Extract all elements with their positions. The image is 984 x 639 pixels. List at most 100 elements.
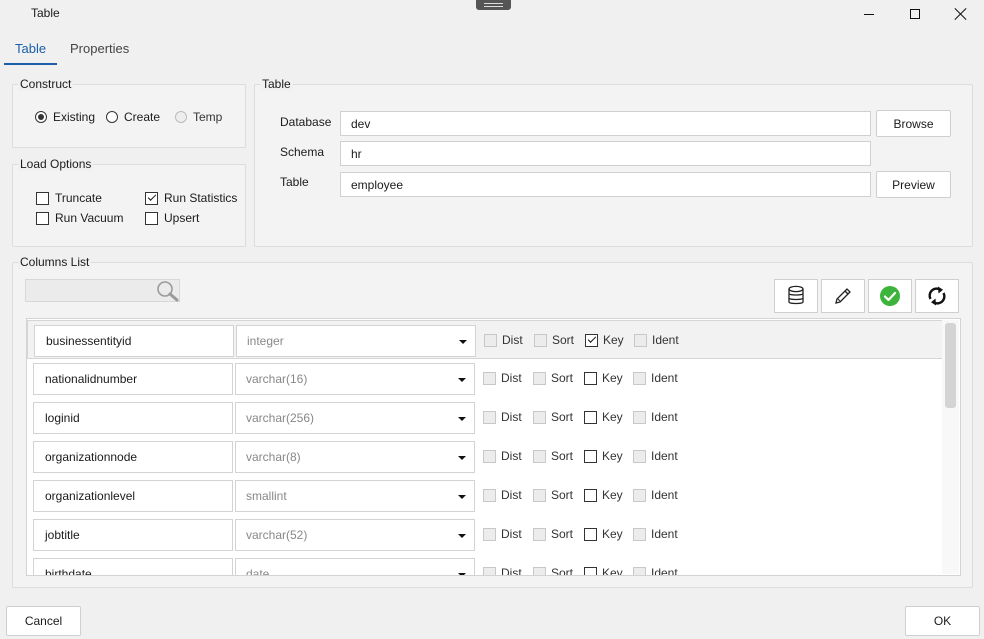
- drag-grip-icon[interactable]: [476, 0, 511, 10]
- column-type-select[interactable]: date: [235, 558, 475, 575]
- column-type-select[interactable]: varchar(16): [235, 363, 475, 395]
- key-checkbox-box[interactable]: [584, 527, 597, 541]
- truncate-checkbox[interactable]: Truncate: [36, 191, 102, 205]
- column-type-select[interactable]: varchar(52): [235, 519, 475, 551]
- database-button[interactable]: [774, 279, 818, 313]
- radio-create[interactable]: Create: [106, 110, 160, 124]
- column-name-input[interactable]: organizationlevel: [33, 480, 233, 512]
- column-name-input[interactable]: birthdate: [33, 558, 233, 575]
- sort-checkbox[interactable]: Sort: [533, 371, 573, 385]
- sort-checkbox[interactable]: Sort: [533, 566, 573, 575]
- sort-label: Sort: [551, 488, 574, 502]
- column-name-input[interactable]: nationalidnumber: [33, 363, 233, 395]
- sort-checkbox[interactable]: Sort: [533, 527, 573, 541]
- key-checkbox[interactable]: Key: [584, 488, 623, 502]
- run-statistics-checkbox-box[interactable]: [145, 191, 158, 205]
- key-checkbox-box[interactable]: [584, 410, 597, 424]
- run-vacuum-checkbox-box[interactable]: [36, 211, 49, 225]
- browse-button[interactable]: Browse: [876, 110, 951, 137]
- upsert-checkbox-box[interactable]: [145, 211, 158, 225]
- column-name-input[interactable]: organizationnode: [33, 441, 233, 473]
- table-row[interactable]: businessentityid integer Dist Sort Key Ident: [27, 320, 943, 359]
- table-row[interactable]: organizationlevel smallint Dist Sort Key Iden…: [27, 476, 943, 515]
- chevron-down-icon[interactable]: [458, 456, 466, 460]
- column-type-select[interactable]: varchar(8): [235, 441, 475, 473]
- sort-checkbox[interactable]: Sort: [534, 333, 574, 347]
- key-checkbox[interactable]: Key: [584, 527, 623, 541]
- dist-checkbox[interactable]: Dist: [483, 371, 522, 385]
- upsert-checkbox[interactable]: Upsert: [145, 211, 199, 225]
- run-statistics-checkbox[interactable]: Run Statistics: [145, 191, 237, 205]
- key-checkbox-box[interactable]: [585, 333, 598, 347]
- key-checkbox-box[interactable]: [584, 371, 597, 385]
- preview-button[interactable]: Preview: [876, 171, 951, 198]
- chevron-down-icon[interactable]: [458, 417, 466, 421]
- minimize-button[interactable]: [846, 0, 892, 28]
- table-row[interactable]: birthdate date Dist Sort Key Ident: [27, 554, 943, 575]
- key-checkbox[interactable]: Key: [584, 410, 623, 424]
- sort-checkbox[interactable]: Sort: [533, 488, 573, 502]
- dist-checkbox[interactable]: Dist: [483, 527, 522, 541]
- dist-checkbox[interactable]: Dist: [483, 410, 522, 424]
- grid-scrollbar-thumb[interactable]: [945, 323, 956, 408]
- ident-checkbox[interactable]: Ident: [633, 566, 678, 575]
- sort-checkbox[interactable]: Sort: [533, 449, 573, 463]
- dist-checkbox[interactable]: Dist: [484, 333, 523, 347]
- dist-checkbox[interactable]: Dist: [483, 566, 522, 575]
- chevron-down-icon[interactable]: [459, 340, 467, 344]
- radio-existing[interactable]: Existing: [35, 110, 95, 124]
- apply-button[interactable]: [868, 279, 912, 313]
- dist-checkbox[interactable]: Dist: [483, 488, 522, 502]
- ident-checkbox[interactable]: Ident: [633, 410, 678, 424]
- table-row[interactable]: jobtitle varchar(52) Dist Sort Key Ident: [27, 515, 943, 554]
- table-input[interactable]: employee: [340, 172, 871, 197]
- ident-checkbox[interactable]: Ident: [633, 527, 678, 541]
- schema-input[interactable]: hr: [340, 141, 871, 166]
- table-row[interactable]: organizationnode varchar(8) Dist Sort Key Ide…: [27, 437, 943, 476]
- ident-checkbox[interactable]: Ident: [633, 449, 678, 463]
- table-row[interactable]: loginid varchar(256) Dist Sort Key Ident: [27, 398, 943, 437]
- ident-checkbox[interactable]: Ident: [633, 488, 678, 502]
- run-vacuum-checkbox[interactable]: Run Vacuum: [36, 211, 123, 225]
- key-checkbox[interactable]: Key: [585, 333, 624, 347]
- column-name-input[interactable]: businessentityid: [34, 325, 234, 357]
- cancel-button[interactable]: Cancel: [6, 606, 81, 636]
- ident-checkbox[interactable]: Ident: [633, 371, 678, 385]
- key-checkbox-box[interactable]: [584, 488, 597, 502]
- chevron-down-icon[interactable]: [458, 534, 466, 538]
- sort-checkbox[interactable]: Sort: [533, 410, 573, 424]
- truncate-checkbox-box[interactable]: [36, 191, 49, 205]
- ident-checkbox-box: [633, 566, 646, 575]
- close-button[interactable]: [938, 0, 984, 28]
- chevron-down-icon[interactable]: [458, 378, 466, 382]
- table-row[interactable]: nationalidnumber varchar(16) Dist Sort Key Id…: [27, 359, 943, 398]
- tab-table[interactable]: Table: [15, 41, 46, 56]
- dist-checkbox[interactable]: Dist: [483, 449, 522, 463]
- key-checkbox-box[interactable]: [584, 566, 597, 575]
- radio-create-circle[interactable]: [106, 111, 118, 123]
- ok-button[interactable]: OK: [905, 606, 980, 636]
- column-type-select[interactable]: varchar(256): [235, 402, 475, 434]
- ident-label: Ident: [651, 488, 678, 502]
- column-type-select[interactable]: smallint: [235, 480, 475, 512]
- column-type-select[interactable]: integer: [236, 325, 476, 357]
- database-input[interactable]: dev: [340, 111, 871, 136]
- radio-existing-circle[interactable]: [35, 111, 47, 123]
- dist-label: Dist: [501, 410, 522, 424]
- key-checkbox-box[interactable]: [584, 449, 597, 463]
- edit-button[interactable]: [821, 279, 865, 313]
- chevron-down-icon[interactable]: [458, 495, 466, 499]
- key-checkbox[interactable]: Key: [584, 566, 623, 575]
- column-name-input[interactable]: loginid: [33, 402, 233, 434]
- refresh-button[interactable]: [915, 279, 959, 313]
- chevron-down-icon[interactable]: [458, 573, 466, 575]
- key-checkbox[interactable]: Key: [584, 371, 623, 385]
- column-name-input[interactable]: jobtitle: [33, 519, 233, 551]
- maximize-button[interactable]: [892, 0, 938, 28]
- dist-checkbox-box: [483, 410, 496, 424]
- tab-properties[interactable]: Properties: [70, 41, 129, 56]
- sort-label: Sort: [552, 333, 575, 347]
- key-checkbox[interactable]: Key: [584, 449, 623, 463]
- search-icon[interactable]: [155, 279, 181, 303]
- ident-checkbox[interactable]: Ident: [634, 333, 679, 347]
